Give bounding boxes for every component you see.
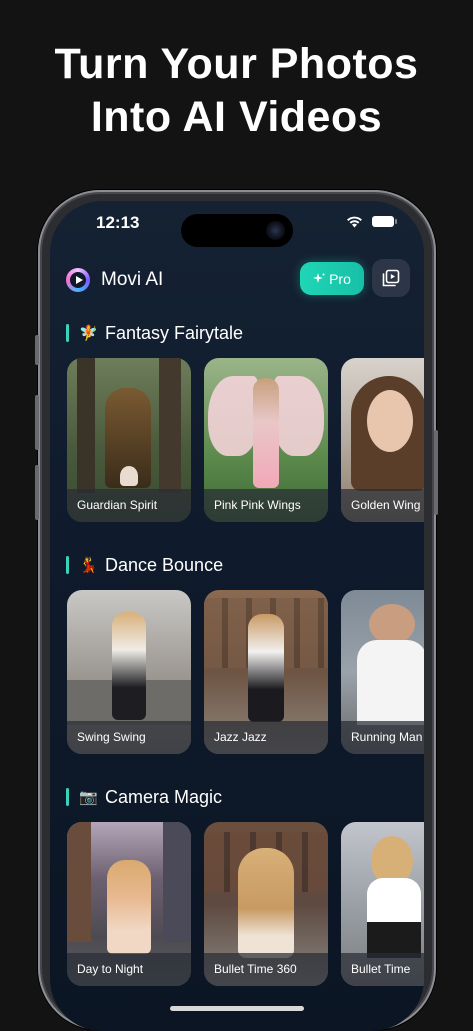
template-card[interactable]: Swing Swing xyxy=(67,590,191,754)
building-shape xyxy=(163,822,191,942)
template-card-label: Bullet Time 360 xyxy=(204,953,328,986)
template-card[interactable]: Day to Night xyxy=(67,822,191,986)
template-row-fantasy-fairytale: Guardian Spirit Pink Pink Wings Golden W… xyxy=(67,358,424,523)
tree-trunk-shape xyxy=(159,358,181,493)
template-card-label: Running Man xyxy=(341,721,424,754)
template-row-camera-magic: Day to Night Bullet Time 360 Bullet Time xyxy=(67,822,424,987)
section-title-dance-bounce: 💃 Dance Bounce xyxy=(66,554,223,576)
template-row-dance-bounce: Swing Swing Jazz Jazz Running Man xyxy=(67,590,424,755)
template-card[interactable]: Running Man xyxy=(341,590,424,754)
wifi-icon xyxy=(347,216,362,228)
pro-button[interactable]: Pro xyxy=(300,262,364,295)
app-name: Movi AI xyxy=(101,269,164,290)
template-card-label: Swing Swing xyxy=(67,721,191,754)
woman-figure-shape xyxy=(107,860,151,954)
template-card-label: Day to Night xyxy=(67,953,191,986)
sparkle-icon xyxy=(313,272,325,283)
template-card-label: Guardian Spirit xyxy=(67,489,191,522)
woman-figure-shape xyxy=(253,378,279,488)
dancer-icon: 💃 xyxy=(79,557,98,574)
fairy-icon: 🧚 xyxy=(79,325,98,342)
template-card-label: Jazz Jazz xyxy=(204,721,328,754)
battery-icon xyxy=(372,216,397,227)
face-shape xyxy=(367,390,413,452)
dancer-figure-shape xyxy=(248,614,284,722)
child-figure-shape xyxy=(120,466,138,486)
left-wing-shape xyxy=(208,376,258,456)
app-logo-icon xyxy=(66,268,90,292)
tree-trunk-shape xyxy=(77,358,95,493)
pro-button-label: Pro xyxy=(329,270,351,287)
section-label: Fantasy Fairytale xyxy=(105,322,244,343)
camera-icon: 📷 xyxy=(79,789,98,806)
phone-power-button xyxy=(434,430,438,515)
template-card-label: Pink Pink Wings xyxy=(204,489,328,522)
face-shape xyxy=(369,604,415,644)
status-icons xyxy=(346,215,397,228)
template-card[interactable]: Guardian Spirit xyxy=(67,358,191,522)
front-camera-icon xyxy=(266,221,285,240)
headline-line-2: Into AI Videos xyxy=(90,93,383,141)
status-time: 12:13 xyxy=(96,213,140,232)
section-title-fantasy-fairytale: 🧚 Fantasy Fairytale xyxy=(66,322,243,344)
video-library-button[interactable] xyxy=(372,259,410,297)
home-indicator[interactable] xyxy=(170,1006,304,1011)
template-card[interactable]: Pink Pink Wings xyxy=(204,358,328,522)
template-card[interactable]: Jazz Jazz xyxy=(204,590,328,754)
phone-volume-up-button xyxy=(35,395,39,450)
section-title-camera-magic: 📷 Camera Magic xyxy=(66,786,222,808)
dancer-figure-shape xyxy=(112,612,146,720)
phone-screen: 12:13 Movi AI Pro 🧚 Fantasy Fairytale Gu… xyxy=(50,201,424,1031)
section-accent-bar xyxy=(66,556,69,574)
headline-line-1: Turn Your Photos xyxy=(54,40,419,88)
template-card[interactable]: Bullet Time xyxy=(341,822,424,986)
dress-shape xyxy=(367,878,421,958)
right-wing-shape xyxy=(274,376,324,456)
app-header: Movi AI Pro xyxy=(66,259,410,300)
template-card-label: Bullet Time xyxy=(341,953,424,986)
section-label: Camera Magic xyxy=(105,786,223,807)
building-shape xyxy=(67,822,91,942)
video-library-icon xyxy=(382,269,400,287)
phone-volume-down-button xyxy=(35,465,39,520)
phone-mute-switch xyxy=(35,335,39,365)
template-card[interactable]: Bullet Time 360 xyxy=(204,822,328,986)
template-card-label: Golden Wing xyxy=(341,489,424,522)
dynamic-island xyxy=(181,214,293,247)
section-accent-bar xyxy=(66,324,69,342)
tshirt-shape xyxy=(357,640,424,725)
template-card[interactable]: Golden Wing xyxy=(341,358,424,522)
section-label: Dance Bounce xyxy=(105,554,224,575)
marketing-headline: Turn Your Photos Into AI Videos xyxy=(0,38,473,144)
section-accent-bar xyxy=(66,788,69,806)
woman-back-shape xyxy=(238,848,294,958)
